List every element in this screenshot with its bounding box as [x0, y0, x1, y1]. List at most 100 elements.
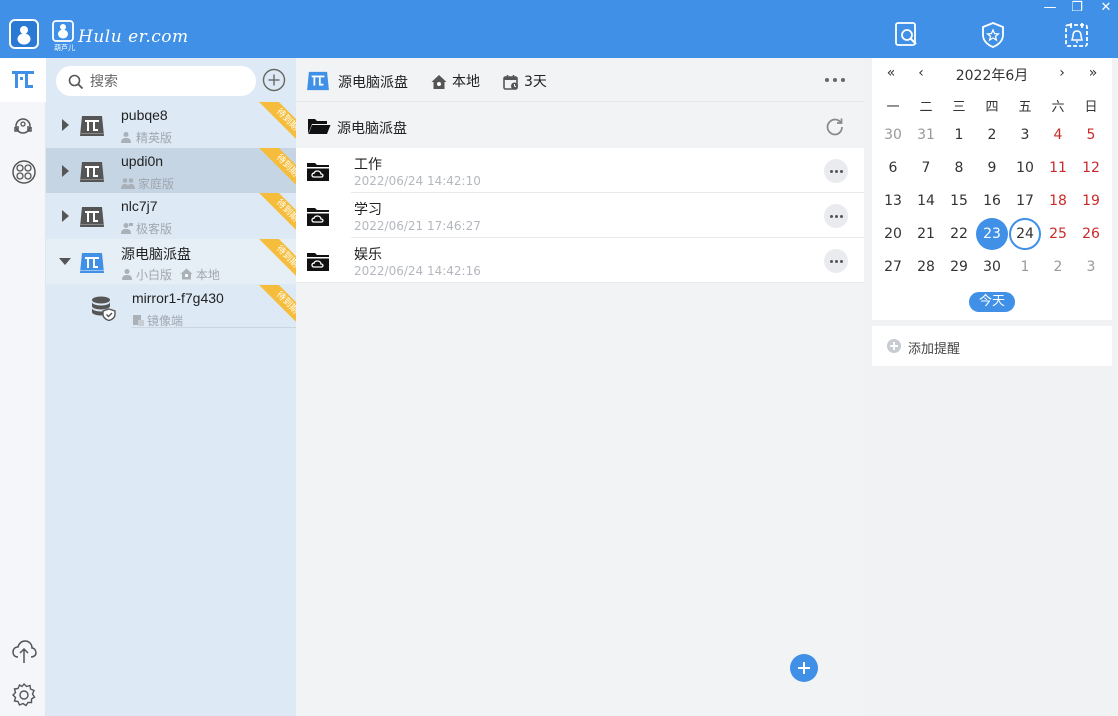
calendar-day[interactable]: 25 [1042, 218, 1074, 250]
rail-upload-button[interactable] [0, 628, 46, 672]
calendar-day[interactable]: 12 [1075, 152, 1107, 184]
calendar-day[interactable]: 27 [877, 251, 909, 283]
add-reminder-button[interactable]: 添加提醒 [872, 326, 1112, 366]
file-row[interactable]: 工作 2022/06/24 14:42:10 [296, 148, 864, 193]
restore-button[interactable]: ❐ [1066, 0, 1088, 18]
close-button[interactable]: ✕ [1095, 0, 1117, 18]
minimize-button[interactable]: — [1039, 0, 1061, 18]
device-row-updi0n[interactable]: updi0n 家庭版 待到期 [46, 148, 296, 194]
calendar-day[interactable]: 11 [1042, 152, 1074, 184]
calendar-day[interactable]: 1 [943, 119, 975, 151]
expiring-ribbon: 待到期 [250, 102, 296, 148]
file-name: 娱乐 [354, 247, 382, 263]
row-menu-button[interactable] [824, 204, 848, 228]
add-device-button[interactable] [262, 68, 286, 92]
calendar-day[interactable]: 2 [1042, 251, 1074, 283]
calendar-panel: « ‹ 2022年6月 › » 一二三四五六日 30 31 1 2 3 4 5 6 7 8 9 10 11… [864, 58, 1118, 716]
calendar-title: 2022年6月 [955, 68, 1029, 84]
mirror-name: mirror1-f7g430 [132, 290, 224, 306]
calendar-day[interactable]: 26 [1075, 218, 1107, 250]
calendar-day[interactable]: 7 [910, 152, 942, 184]
next-month-button[interactable]: › [1054, 65, 1070, 81]
family-icon [121, 178, 135, 189]
cloud-folder-icon [307, 208, 329, 226]
calendar-day[interactable]: 10 [1009, 152, 1041, 184]
device-row-nlc7j7[interactable]: nlc7j7 极客版 待到期 [46, 193, 296, 239]
expand-arrow-icon[interactable] [62, 165, 69, 177]
rail-pi-button[interactable] [0, 58, 46, 102]
row-menu-button[interactable] [824, 159, 848, 183]
calendar-day[interactable]: 18 [1042, 185, 1074, 217]
search-doc-icon[interactable] [894, 21, 920, 49]
plus-circle-icon [262, 68, 286, 92]
calendar-day[interactable]: 28 [910, 251, 942, 283]
refresh-icon[interactable] [824, 116, 846, 138]
calendar-day[interactable]: 29 [943, 251, 975, 283]
calendar-day[interactable]: 13 [877, 185, 909, 217]
calendar-day[interactable]: 1 [1009, 251, 1041, 283]
calendar-day[interactable]: 30 [877, 119, 909, 151]
breadcrumb-retention[interactable]: 3天 [503, 71, 547, 91]
novice-user-icon [122, 269, 132, 280]
calendar-day[interactable]: 3 [1075, 251, 1107, 283]
drive-icon [80, 116, 104, 136]
calendar-day[interactable]: 23 [976, 218, 1008, 250]
calendar-day[interactable]: 2 [976, 119, 1008, 151]
calendar-day[interactable]: 24 [1009, 218, 1041, 250]
calendar-day[interactable]: 21 [910, 218, 942, 250]
device-name: pubqe8 [121, 107, 168, 123]
expiring-ribbon: 待到期 [250, 285, 296, 331]
shield-star-icon[interactable] [980, 21, 1006, 49]
device-name: 源电脑派盘 [121, 246, 191, 262]
apps-icon [12, 160, 36, 184]
file-name: 工作 [354, 157, 382, 173]
today-button[interactable]: 今天 [969, 292, 1015, 312]
add-file-button[interactable] [790, 654, 818, 682]
calendar-day[interactable]: 14 [910, 185, 942, 217]
calendar-day[interactable]: 22 [943, 218, 975, 250]
pi-logo-icon [12, 71, 34, 88]
calendar-day[interactable]: 8 [943, 152, 975, 184]
next-year-button[interactable]: » [1085, 65, 1101, 81]
file-row[interactable]: 学习 2022/06/21 17:46:27 [296, 193, 864, 238]
gourd-logo-icon [52, 20, 74, 42]
rail-settings-button[interactable] [0, 672, 46, 716]
calendar-day[interactable]: 4 [1042, 119, 1074, 151]
file-row[interactable]: 娱乐 2022/06/24 14:42:16 [296, 238, 864, 283]
rail-support-button[interactable] [0, 104, 46, 148]
app-window: Hulu er.com 葫芦儿 — ❐ ✕ 搜索 pubqe8 精英版 待到期 … [0, 0, 1118, 716]
calendar-day[interactable]: 3 [1009, 119, 1041, 151]
calendar: « ‹ 2022年6月 › » 一二三四五六日 30 31 1 2 3 4 5 6 7 8 9 10 11… [872, 58, 1112, 320]
weekday-label: 二 [919, 100, 933, 115]
breadcrumb-drive[interactable]: 源电脑派盘 [306, 71, 408, 92]
mirror-row[interactable]: mirror1-f7g430 镜像端 待到期 [46, 285, 296, 331]
more-options-icon[interactable] [824, 76, 846, 84]
collapse-arrow-icon[interactable] [59, 258, 71, 265]
calendar-day[interactable]: 5 [1075, 119, 1107, 151]
breadcrumb-location[interactable]: 本地 [431, 71, 480, 91]
plus-circle-icon [887, 339, 901, 353]
calendar-day[interactable]: 20 [877, 218, 909, 250]
divider [296, 282, 864, 283]
device-name: nlc7j7 [121, 198, 158, 214]
calendar-day[interactable]: 16 [976, 185, 1008, 217]
calendar-day[interactable]: 15 [943, 185, 975, 217]
device-row-pubqe8[interactable]: pubqe8 精英版 待到期 [46, 102, 296, 148]
row-menu-button[interactable] [824, 249, 848, 273]
expand-arrow-icon[interactable] [62, 119, 69, 131]
calendar-day[interactable]: 30 [976, 251, 1008, 283]
drive-icon [80, 162, 104, 182]
expand-arrow-icon[interactable] [62, 210, 69, 222]
search-input[interactable] [90, 71, 250, 91]
rail-apps-button[interactable] [0, 149, 46, 193]
calendar-day[interactable]: 6 [877, 152, 909, 184]
calendar-day[interactable]: 31 [910, 119, 942, 151]
weekday-label: 日 [1084, 100, 1098, 115]
calendar-day[interactable]: 9 [976, 152, 1008, 184]
calendar-bell-icon[interactable] [1064, 21, 1090, 49]
device-row-source-pc[interactable]: 源电脑派盘 小白版 本地 待到期 [46, 239, 296, 285]
calendar-clock-icon [503, 75, 518, 90]
drive-icon [80, 207, 104, 227]
calendar-day[interactable]: 17 [1009, 185, 1041, 217]
calendar-day[interactable]: 19 [1075, 185, 1107, 217]
